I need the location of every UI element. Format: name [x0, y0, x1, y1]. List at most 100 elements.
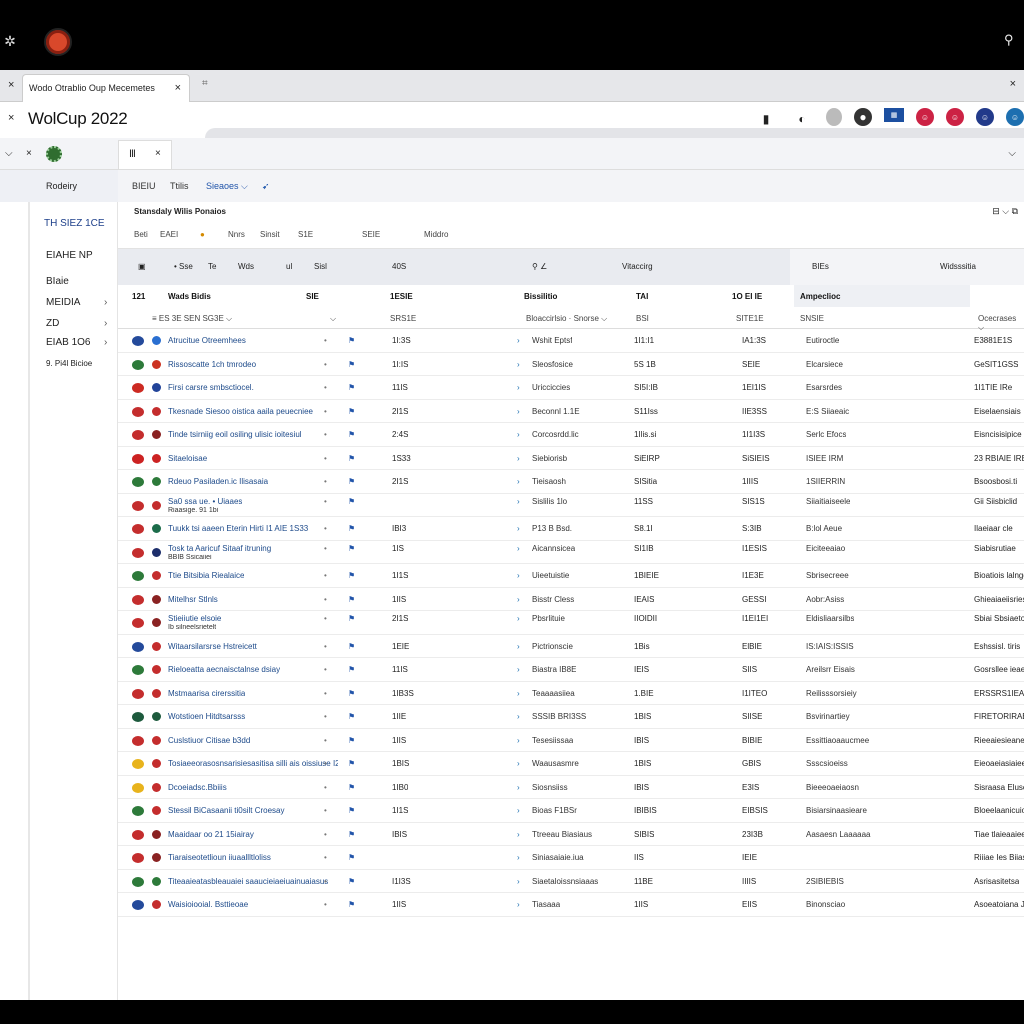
filter-item[interactable]: Sinsit	[260, 230, 280, 239]
table-row[interactable]: Mstmaarisa cirerssitia • ⚑ 1IB3S › Teaaaasiie…	[118, 682, 1024, 705]
chevron-right-icon[interactable]: ›	[517, 336, 520, 345]
match-icon[interactable]: ⚑	[348, 407, 355, 416]
chevron-right-icon[interactable]: ›	[517, 360, 520, 369]
table-row[interactable]: Firsi carsre smbsctiocel. • ⚑ 11IS › Uriccicc…	[118, 376, 1024, 400]
panel-header-item[interactable]: Sisl	[314, 262, 327, 271]
close-icon[interactable]: ×	[8, 79, 14, 91]
match-icon[interactable]: ⚑	[348, 614, 355, 623]
close-icon[interactable]: ×	[26, 148, 32, 159]
team-name[interactable]: Witaarsilarsrse Hstreicett	[168, 642, 257, 651]
team-name[interactable]: Wotstioen Hitdtsarsss	[168, 712, 245, 721]
panel-header-item[interactable]: ul	[286, 262, 292, 271]
chevron-right-icon[interactable]: ›	[517, 759, 520, 768]
match-icon[interactable]: ⚑	[348, 595, 355, 604]
match-icon[interactable]: ⚑	[348, 383, 355, 392]
chevron-right-icon[interactable]: ›	[517, 477, 520, 486]
new-tab-icon[interactable]: ⌗	[202, 78, 208, 89]
match-icon[interactable]: ⚑	[348, 900, 355, 909]
team-name[interactable]: Mitelhsr Stlnls	[168, 595, 218, 604]
table-row[interactable]: Rissoscatte 1ch tmrodeo • ⚑ 1I:IS › Sleosfosi…	[118, 353, 1024, 376]
column-header[interactable]: TAI	[636, 292, 648, 301]
filter-item[interactable]: EAEI	[160, 230, 178, 239]
match-icon[interactable]: ⚑	[348, 853, 355, 862]
team-name[interactable]: Mstmaarisa cirerssitia	[168, 689, 245, 698]
table-row[interactable]: Waisioiooial. Bsttieoae • ⚑ 1IIS › Tiasaaa 1II…	[118, 893, 1024, 917]
team-name[interactable]: Rieloeatta aecnaisctalnse dsiay	[168, 665, 280, 674]
chevron-right-icon[interactable]: ›	[517, 830, 520, 839]
match-icon[interactable]: ⚑	[348, 712, 355, 721]
avatar[interactable]: ☺	[1006, 108, 1024, 126]
match-icon[interactable]: ⚑	[348, 544, 355, 553]
table-row[interactable]: Stieiiutie elsoie Ib silneelsrietelt • ⚑ 2I1…	[118, 611, 1024, 635]
chevron-right-icon[interactable]: ›	[517, 614, 520, 623]
toolbar-item[interactable]: BIEIU	[132, 181, 156, 191]
sidebar-item-1[interactable]: TH SIEZ 1CE	[44, 218, 105, 229]
sub-tab[interactable]: Ⅲ ×	[118, 140, 172, 170]
column-header[interactable]: 1O EI IE	[732, 292, 762, 301]
user-icon[interactable]: ⚲	[1004, 32, 1018, 48]
column-header[interactable]: Bissilitio	[524, 292, 557, 301]
filter-cell[interactable]: Bloaccirlsio · Snorse ⌵	[526, 314, 607, 324]
filter-cell[interactable]: SNSIE	[800, 314, 824, 323]
column-header[interactable]: 1ESIE	[390, 292, 413, 301]
panel-header-item[interactable]: Widsssitia	[940, 262, 976, 271]
team-name[interactable]: Stessil BiCasaanii ti0silt Croesay	[168, 806, 285, 815]
filter-item[interactable]: Beti	[134, 230, 148, 239]
filter-cell[interactable]: SRS1E	[390, 314, 416, 323]
team-name[interactable]: Tkesnade Siesoo oistica aaila peuecniee	[168, 407, 313, 416]
sidebar-item-6[interactable]: EIAB 1O6 ›	[46, 337, 107, 348]
match-icon[interactable]: ⚑	[348, 642, 355, 651]
send-icon[interactable]: ➹	[262, 181, 270, 192]
team-name[interactable]: Tosiaeeorasosnsarisiesasitisa silli ais …	[168, 759, 338, 768]
filter-cell[interactable]: BSI	[636, 314, 649, 323]
chevron-right-icon[interactable]: ›	[517, 877, 520, 886]
chevron-right-icon[interactable]: ›	[517, 900, 520, 909]
chevron-right-icon[interactable]: ›	[517, 783, 520, 792]
column-header[interactable]: 121	[132, 292, 145, 301]
sidebar-item-3[interactable]: BIaie	[46, 276, 69, 287]
table-row[interactable]: Sitaeloisae • ⚑ 1S33 › Siebiorisb SiEIRP SiSIEI…	[118, 447, 1024, 470]
match-icon[interactable]: ⚑	[348, 665, 355, 674]
team-name[interactable]: Atrucitue Otreemhees	[168, 336, 246, 345]
sidebar-item-7[interactable]: 9. Pi4l Bicioe	[46, 359, 92, 368]
chevron-right-icon[interactable]: ›	[517, 454, 520, 463]
match-icon[interactable]: ⚑	[348, 759, 355, 768]
notebook-icon[interactable]: ▮	[754, 108, 778, 130]
table-row[interactable]: Tuukk tsi aaeen Eterin Hirti I1 AIE 1S33…	[118, 517, 1024, 541]
window-close-icon[interactable]: ×	[1010, 78, 1016, 90]
toolbar-item[interactable]: Ttilis	[170, 181, 189, 191]
panel-header-item[interactable]: • Sse	[174, 262, 193, 271]
panel-header-item[interactable]: BIEs	[812, 262, 829, 271]
match-icon[interactable]: ⚑	[348, 477, 355, 486]
table-row[interactable]: Tiaraiseotetlioun iiuaallltloliss • ⚑ › Sini…	[118, 846, 1024, 870]
table-row[interactable]: Ttie Bitsibia Riealaice • ⚑ 1I1S › Uieetuisti…	[118, 564, 1024, 588]
sidebar-item-5[interactable]: ZD ›	[46, 318, 107, 329]
match-icon[interactable]: ⚑	[348, 454, 355, 463]
table-row[interactable]: Tosk ta Aaricuf Sitaaf itruning BBIB Ssic…	[118, 541, 1024, 564]
grid-icon[interactable]: ▣	[138, 262, 146, 271]
match-icon[interactable]: ⚑	[348, 336, 355, 345]
team-name[interactable]: Tosk ta Aaricuf Sitaaf itruning	[168, 544, 271, 553]
team-name[interactable]: Sitaeloisae	[168, 454, 207, 463]
match-icon[interactable]: ⚑	[348, 524, 355, 533]
team-name[interactable]: Rissoscatte 1ch tmrodeo	[168, 360, 256, 369]
filter-item[interactable]: Middro	[424, 230, 448, 239]
team-name[interactable]: Tuukk tsi aaeen Eterin Hirti I1 AIE 1S33	[168, 524, 308, 533]
match-icon[interactable]: ⚑	[348, 736, 355, 745]
profile-icon[interactable]	[826, 108, 842, 126]
table-row[interactable]: Titeaaieatasbleauaiei saaucieiaeiuainuai…	[118, 870, 1024, 893]
table-row[interactable]: Stessil BiCasaanii ti0silt Croesay • ⚑ 1I1S…	[118, 799, 1024, 823]
trophy-icon[interactable]: ●	[200, 230, 205, 239]
chevron-right-icon[interactable]: ›	[517, 736, 520, 745]
tab-close-icon[interactable]: ×	[155, 148, 161, 159]
chevron-right-icon[interactable]: ›	[517, 712, 520, 721]
avatar[interactable]: ☺	[946, 108, 964, 126]
panel-header-item[interactable]: Wds	[238, 262, 254, 271]
match-icon[interactable]: ⚑	[348, 571, 355, 580]
match-icon[interactable]: ⚑	[348, 497, 355, 506]
panel-header-item[interactable]: Vitaccirg	[622, 262, 653, 271]
team-name[interactable]: Stieiiutie elsoie	[168, 614, 221, 623]
chevron-right-icon[interactable]: ›	[517, 430, 520, 439]
match-icon[interactable]: ⚑	[348, 430, 355, 439]
panel-header-item[interactable]: 40S	[392, 262, 406, 271]
